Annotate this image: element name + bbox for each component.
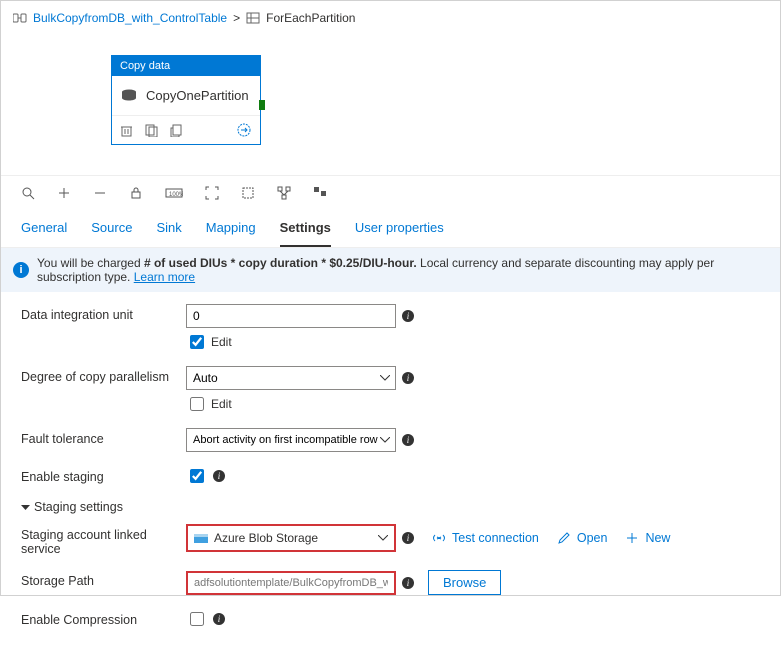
test-connection-button[interactable]: Test connection [432, 531, 539, 545]
new-label: New [645, 531, 670, 545]
staging-label: Enable staging [21, 466, 186, 484]
caret-down-icon [21, 503, 30, 512]
info-icon[interactable]: i [213, 613, 225, 625]
tab-mapping[interactable]: Mapping [206, 210, 256, 247]
info-icon[interactable]: i [402, 372, 414, 384]
tab-sink[interactable]: Sink [156, 210, 181, 247]
edit-label: Edit [211, 335, 232, 349]
database-icon [120, 89, 138, 103]
fit-icon[interactable] [205, 186, 219, 200]
edit-label: Edit [211, 397, 232, 411]
pricing-info-bar: i You will be charged # of used DIUs * c… [1, 248, 780, 292]
staging-settings-label: Staging settings [34, 500, 123, 514]
storage-path-input[interactable] [186, 571, 396, 595]
pipeline-canvas[interactable]: Copy data CopyOnePartition [1, 35, 780, 175]
success-connector[interactable] [259, 100, 265, 110]
fullscreen-icon[interactable] [241, 186, 255, 200]
diu-input[interactable] [186, 304, 396, 328]
zoom-100-icon[interactable]: 100% [165, 186, 183, 200]
compression-label: Enable Compression [21, 609, 186, 627]
clone-icon[interactable] [145, 124, 158, 137]
settings-form: Data integration unit i Edit Degree of c… [1, 292, 780, 655]
open-label: Open [577, 531, 608, 545]
align-icon[interactable] [313, 186, 327, 200]
info-icon[interactable]: i [402, 577, 414, 589]
svg-text:100%: 100% [169, 192, 183, 198]
parallelism-edit-checkbox[interactable] [190, 397, 204, 411]
open-button[interactable]: Open [557, 531, 608, 545]
info-icon[interactable]: i [402, 532, 414, 544]
linked-service-label: Staging account linked service [21, 524, 186, 556]
info-prefix: You will be charged [37, 256, 144, 270]
enable-staging-checkbox[interactable] [190, 469, 204, 483]
activity-name: CopyOnePartition [146, 88, 249, 103]
staging-settings-toggle[interactable]: Staging settings [21, 500, 760, 514]
delete-icon[interactable] [120, 124, 133, 137]
parallelism-select[interactable] [186, 366, 396, 390]
tab-source[interactable]: Source [91, 210, 132, 247]
info-bold: # of used DIUs * copy duration * $0.25/D… [144, 256, 417, 270]
add-output-icon[interactable] [236, 122, 252, 138]
pricing-text: You will be charged # of used DIUs * cop… [37, 256, 768, 284]
breadcrumb: BulkCopyfromDB_with_ControlTable > ForEa… [1, 1, 780, 35]
breadcrumb-root-link[interactable]: BulkCopyfromDB_with_ControlTable [33, 11, 227, 25]
new-button[interactable]: New [625, 531, 670, 545]
diu-edit-checkbox[interactable] [190, 335, 204, 349]
browse-button[interactable]: Browse [428, 570, 501, 595]
breadcrumb-separator: > [233, 11, 240, 25]
linked-service-value[interactable]: Azure Blob Storage [214, 531, 318, 545]
canvas-toolbar: 100% [1, 175, 780, 210]
parallelism-label: Degree of copy parallelism [21, 366, 186, 384]
copy-icon[interactable] [170, 124, 183, 137]
pipeline-icon [13, 12, 27, 24]
storage-path-label: Storage Path [21, 570, 186, 588]
info-icon[interactable]: i [402, 434, 414, 446]
diu-label: Data integration unit [21, 304, 186, 322]
zoom-out-icon[interactable] [93, 186, 107, 200]
breadcrumb-current: ForEachPartition [266, 11, 355, 25]
test-connection-label: Test connection [452, 531, 539, 545]
edit-icon [557, 531, 571, 545]
layout-icon[interactable] [277, 186, 291, 200]
settings-tabs: General Source Sink Mapping Settings Use… [1, 210, 780, 248]
search-icon[interactable] [21, 186, 35, 200]
fault-label: Fault tolerance [21, 428, 186, 446]
info-icon: i [13, 262, 29, 278]
learn-more-link[interactable]: Learn more [134, 270, 195, 284]
connection-icon [432, 531, 446, 545]
lock-icon[interactable] [129, 186, 143, 200]
copy-activity-card[interactable]: Copy data CopyOnePartition [111, 55, 261, 145]
tab-user-properties[interactable]: User properties [355, 210, 444, 247]
info-icon[interactable]: i [402, 310, 414, 322]
zoom-in-icon[interactable] [57, 186, 71, 200]
tab-general[interactable]: General [21, 210, 67, 247]
info-icon[interactable]: i [213, 470, 225, 482]
plus-icon [625, 531, 639, 545]
blob-storage-icon [194, 532, 208, 544]
enable-compression-checkbox[interactable] [190, 612, 204, 626]
foreach-icon [246, 12, 260, 24]
activity-type-label: Copy data [112, 56, 260, 76]
fault-select[interactable] [186, 428, 396, 452]
tab-settings[interactable]: Settings [280, 210, 331, 247]
